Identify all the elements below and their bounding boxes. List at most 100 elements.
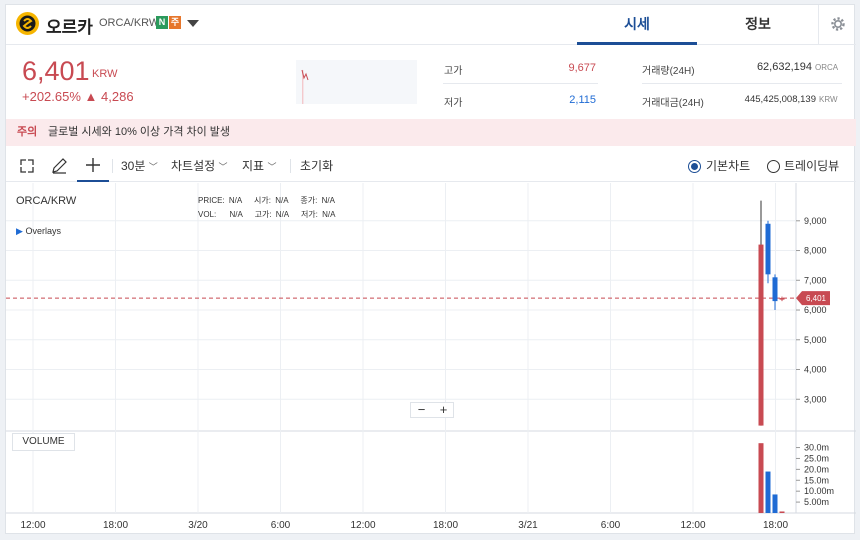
low-readout-value: N/A (322, 210, 336, 219)
draw-button[interactable] (50, 150, 70, 182)
volume-bar (772, 494, 778, 513)
y-tick-label: 7,000 (804, 275, 827, 285)
price-change: +202.65% ▲ 4,286 (22, 89, 134, 104)
x-tick-label: 18:00 (103, 520, 128, 531)
volume-value: 62,632,194 (756, 61, 812, 73)
vol-readout-value: N/A (229, 210, 243, 219)
y-tick-label: 4,000 (804, 365, 827, 375)
chart-symbol: ORCA/KRW (16, 195, 77, 207)
gear-icon (831, 17, 845, 31)
header: 오르카 ORCA/KRW N 주 시세 정보 (6, 5, 856, 45)
high-label: 고가 (444, 66, 463, 77)
fullscreen-button[interactable] (19, 150, 37, 182)
zoom-in-button[interactable]: + (433, 402, 454, 417)
overlays-label: Overlays (25, 226, 61, 236)
x-tick-label: 12:00 (350, 520, 375, 531)
high-readout-value: N/A (275, 210, 289, 219)
low-readout-label: 저가: (300, 210, 318, 219)
volume-label: 거래량(24H) (642, 66, 695, 77)
volume-tick-label: 25.0m (804, 453, 829, 463)
trading-view-label[interactable]: 트레이딩뷰 (784, 150, 839, 182)
x-tick-label: 18:00 (763, 520, 788, 531)
high-value: 9,677 (568, 62, 596, 74)
x-tick-label: 6:00 (601, 520, 621, 531)
zoom-control: − + (410, 402, 454, 418)
close-readout-value: N/A (321, 196, 335, 205)
coin-name: 오르카 (46, 18, 93, 37)
x-tick-label: 18:00 (433, 520, 458, 531)
price-chart[interactable]: 12:00 18:00 3/20 6:00 12:00 18:00 3/21 6:00 12:0… (6, 183, 856, 535)
price-readout-label: PRICE: (198, 196, 225, 205)
coin-pair: ORCA/KRW (99, 17, 160, 29)
trading-view-radio[interactable] (767, 160, 780, 173)
tab-info[interactable]: 정보 (698, 5, 818, 45)
stat-divider (443, 83, 598, 84)
change-amount: ▲ 4,286 (84, 89, 134, 104)
reset-button[interactable]: 초기화 (300, 150, 333, 182)
x-tick-label: 12:00 (20, 520, 45, 531)
interval-dropdown[interactable]: 30분 ﹀ (121, 150, 158, 182)
ohlc-readout-row1: PRICE: N/A 시가: N/A 종가: N/A (198, 195, 335, 206)
coin-dropdown-icon[interactable] (187, 20, 199, 27)
volume-pane-label: VOLUME (12, 433, 75, 451)
open-readout-label: 시가: (254, 196, 271, 205)
chevron-down-icon: ﹀ (148, 162, 158, 172)
indicators-label: 지표 (242, 159, 265, 173)
crosshair-button[interactable] (77, 150, 109, 182)
chart-toolbar: 30분 ﹀ 차트설정 ﹀ 지표 ﹀ 초기화 기본차트 트레이딩뷰 (6, 150, 856, 182)
chevron-down-icon: ﹀ (218, 162, 228, 172)
play-icon: ▶ (16, 226, 23, 236)
zoom-out-button[interactable]: − (411, 402, 432, 417)
basic-chart-label[interactable]: 기본차트 (706, 150, 750, 182)
volume-tick-label: 5.00m (804, 497, 829, 507)
interval-label: 30분 (121, 159, 146, 173)
chart-settings-dropdown[interactable]: 차트설정 ﹀ (171, 150, 228, 182)
warning-text: 글로벌 시세와 10% 이상 가격 차이 발생 (48, 126, 231, 138)
pencil-icon (52, 158, 67, 174)
candle-body (758, 244, 764, 426)
high-readout-label: 고가: (254, 210, 272, 219)
caution-badge: 주 (169, 16, 181, 29)
low-label: 저가 (444, 98, 463, 109)
amount-value: 445,425,008,139 (744, 94, 816, 105)
toolbar-divider (112, 159, 113, 173)
volume-unit: ORCA (815, 63, 839, 72)
volume-tick-label: 15.0m (804, 475, 829, 485)
crosshair-icon (86, 158, 100, 172)
toolbar-divider (290, 159, 291, 173)
app-window: 오르카 ORCA/KRW N 주 시세 정보 6,401 KRW +202.65… (5, 4, 856, 535)
basic-chart-radio[interactable] (688, 160, 701, 173)
y-tick-label: 9,000 (804, 216, 827, 226)
change-rate: +202.65% (22, 89, 81, 104)
candle-body (772, 277, 778, 302)
new-badge: N (156, 16, 168, 29)
vol-readout-label: VOL: (198, 210, 217, 219)
ohlc-readout-row2: VOL: N/A 고가: N/A 저가: N/A (198, 209, 335, 220)
volume-bar (758, 443, 764, 513)
x-tick-label: 3/20 (188, 520, 208, 531)
volume-bar (779, 511, 785, 513)
tab-price[interactable]: 시세 (577, 5, 697, 45)
settings-button[interactable] (818, 5, 856, 45)
chart-settings-label: 차트설정 (171, 159, 216, 173)
candle-body (765, 223, 771, 275)
low-value: 2,115 (569, 94, 596, 106)
indicators-dropdown[interactable]: 지표 ﹀ (242, 150, 276, 182)
amount-unit: KRW (819, 95, 838, 104)
y-tick-label: 3,000 (804, 394, 827, 404)
current-price: 6,401 (22, 56, 90, 86)
open-readout-value: N/A (275, 196, 289, 205)
volume-tick-label: 30.0m (804, 443, 829, 453)
last-price-label: 6,401 (806, 294, 827, 303)
chevron-down-icon: ﹀ (267, 162, 277, 172)
coin-logo-icon (16, 12, 39, 35)
price-summary: 6,401 KRW +202.65% ▲ 4,286 고가 9,677 저가 2… (6, 46, 856, 118)
overlays-toggle[interactable]: ▶ Overlays (16, 226, 61, 237)
fullscreen-icon (20, 159, 34, 173)
price-unit: KRW (92, 68, 118, 80)
stat-divider-2 (642, 83, 842, 84)
volume-tick-label: 20.0m (804, 464, 829, 474)
chart-area[interactable]: 12:00 18:00 3/20 6:00 12:00 18:00 3/21 6:00 12:0… (6, 183, 856, 535)
y-tick-label: 5,000 (804, 335, 827, 345)
volume-bar (765, 471, 771, 513)
